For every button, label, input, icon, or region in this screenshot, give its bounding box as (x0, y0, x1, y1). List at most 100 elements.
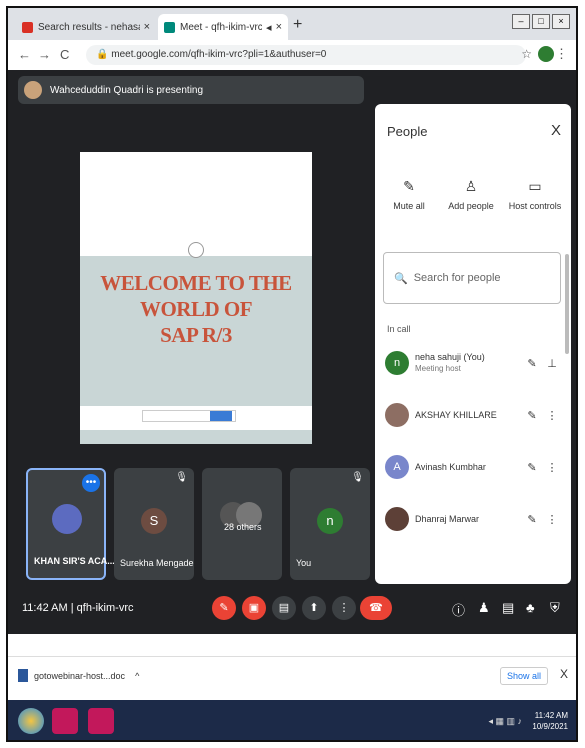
participant-tile-you[interactable]: 🎙 n You (290, 468, 370, 580)
tile-name: Surekha Mengade (120, 558, 194, 568)
browser-menu-icon[interactable]: ⋮ (555, 46, 568, 62)
tile-name: 28 others (224, 522, 262, 532)
system-clock[interactable]: 11:42 AM 10/9/2021 (532, 710, 568, 732)
captions-button[interactable]: ▤ (272, 596, 296, 620)
channel-logo (52, 504, 82, 534)
meet-area: Wahceduddin Quadri is presenting WELCOME… (8, 70, 576, 634)
meeting-time: 11:42 AM (22, 602, 68, 614)
browser-tab-bar: Search results - nehasahuji3888@ × Meet … (8, 8, 576, 40)
profile-avatar[interactable] (538, 46, 554, 62)
meeting-info: 11:42 AM | qfh-ikim-vrc (22, 602, 134, 614)
chat-icon[interactable]: ▤ (502, 600, 514, 616)
presenting-banner: Wahceduddin Quadri is presenting (18, 76, 364, 104)
forward-button[interactable]: → (38, 47, 51, 62)
minimize-button[interactable]: – (512, 14, 530, 29)
info-icon[interactable]: ⓘ (452, 600, 465, 619)
show-all-button[interactable]: Show all (499, 667, 548, 685)
bookmark-star-icon[interactable]: ☆ (521, 47, 532, 61)
address-bar-row: ← → C 🔒 meet.google.com/qfh-ikim-vrc?pli… (8, 40, 576, 71)
windows-taskbar: ◂ ▦ ▥ ♪ 11:42 AM 10/9/2021 (8, 700, 576, 740)
presenting-text: Wahceduddin Quadri is presenting (50, 84, 204, 96)
start-button-icon[interactable] (18, 708, 44, 734)
download-file-name: gotowebinar-host...doc (34, 670, 126, 681)
add-person-icon: ♙ (464, 178, 478, 194)
in-call-label: In call (387, 324, 411, 334)
participant-tile-surekha[interactable]: 🎙 S Surekha Mengade (114, 468, 194, 580)
tab-search-results[interactable]: Search results - nehasahuji3888@ × (16, 14, 156, 40)
close-panel-button[interactable]: X (551, 122, 561, 139)
people-panel: People X ✎ Mute all ♙ Add people ▭ Host … (375, 104, 571, 584)
search-placeholder: Search for people (413, 272, 501, 284)
tile-name: You (296, 558, 312, 568)
mic-off-icon[interactable]: ✎ (521, 409, 543, 422)
mic-off-icon[interactable]: ✎ (521, 513, 543, 526)
camera-toggle-button[interactable]: ▣ (242, 596, 266, 620)
close-shelf-button[interactable]: X (560, 667, 568, 681)
more-options-icon[interactable]: ⋮ (543, 513, 561, 526)
gmail-icon (22, 21, 33, 33)
url-field[interactable]: 🔒 meet.google.com/qfh-ikim-vrc?pli=1&aut… (86, 45, 526, 65)
pin-icon[interactable]: ⊥ (543, 357, 561, 370)
participant-tile-khan[interactable]: ••• KHAN SIR'S ACA... (26, 468, 115, 580)
host-controls-button[interactable]: ▭ Host controls (505, 178, 565, 211)
people-icon[interactable]: ♟ (478, 600, 490, 616)
tab-title: Search results - nehasahuji3888@ (38, 21, 140, 33)
participant-name: neha sahuji (You) Meeting host (415, 352, 485, 373)
tab-meet[interactable]: Meet - qfh-ikim-vrc ◂ × (158, 14, 288, 40)
participant-name: Dhanraj Marwar (415, 513, 480, 524)
mic-toggle-button[interactable]: ✎ (212, 596, 236, 620)
participant-tiles: ••• KHAN SIR'S ACA... 🎙 S Surekha Mengad… (26, 468, 376, 580)
activities-icon[interactable]: ♣ (526, 600, 535, 615)
meet-icon (164, 21, 175, 33)
presenter-avatar (24, 81, 42, 99)
more-options-badge[interactable]: ••• (82, 474, 100, 492)
chevron-up-icon[interactable]: ^ (135, 671, 139, 681)
taskbar-app-icon[interactable] (52, 708, 78, 734)
meeting-controls-bar: 11:42 AM | qfh-ikim-vrc ✎ ▣ ▤ ⬆ ⋮ ☎ ⓘ ♟ … (8, 584, 576, 634)
close-tab-icon[interactable]: × (144, 21, 150, 33)
more-options-icon[interactable]: ⋮ (543, 409, 561, 422)
tile-name: KHAN SIR'S ACA... (34, 556, 115, 566)
people-title: People (387, 124, 428, 139)
system-tray-icons[interactable]: ◂ ▦ ▥ ♪ (488, 716, 522, 727)
leave-call-button[interactable]: ☎ (360, 596, 392, 620)
people-search-input[interactable]: 🔍 Search for people (383, 252, 561, 304)
close-window-button[interactable]: × (552, 14, 570, 29)
maximize-button[interactable]: □ (532, 14, 550, 29)
lock-icon: 🔒 (96, 49, 112, 60)
new-tab-button[interactable]: + (293, 16, 302, 34)
mute-all-button[interactable]: ✎ Mute all (379, 178, 439, 211)
participant-tile-others[interactable]: 28 others (202, 468, 282, 580)
participant-row[interactable]: n neha sahuji (You) Meeting host ✎ ⊥ (385, 346, 561, 380)
mic-off-icon: 🎙 (175, 472, 188, 483)
reload-button[interactable]: C (60, 47, 69, 62)
download-item[interactable]: gotowebinar-host...doc ^ (18, 669, 139, 682)
taskbar-app-icon[interactable] (88, 708, 114, 734)
back-button[interactable]: ← (18, 47, 31, 62)
avatar: n (385, 351, 409, 375)
mic-off-icon[interactable]: ✎ (521, 357, 543, 370)
participant-row[interactable]: Dhanraj Marwar ✎ ⋮ (385, 502, 561, 536)
close-tab-icon[interactable]: × (276, 21, 282, 33)
more-options-button[interactable]: ⋮ (332, 596, 356, 620)
slide-title-line: WORLD OF (139, 297, 253, 321)
avatar: n (317, 508, 343, 534)
avatar: S (141, 508, 167, 534)
meeting-code: qfh-ikim-vrc (76, 602, 134, 614)
mic-off-icon[interactable]: ✎ (521, 461, 543, 474)
participant-row[interactable]: A Avinash Kumbhar ✎ ⋮ (385, 450, 561, 484)
downloads-shelf: gotowebinar-host...doc ^ Show all X (8, 656, 576, 701)
scrollbar[interactable] (565, 254, 569, 354)
more-options-icon[interactable]: ⋮ (543, 461, 561, 474)
add-people-button[interactable]: ♙ Add people (441, 178, 501, 211)
action-label: Mute all (393, 201, 425, 211)
action-label: Add people (448, 201, 494, 211)
url-text: meet.google.com/qfh-ikim-vrc?pli=1&authu… (111, 49, 327, 60)
present-button[interactable]: ⬆ (302, 596, 326, 620)
participant-name: Avinash Kumbhar (415, 461, 486, 472)
avatar: A (385, 455, 409, 479)
host-controls-icon: ▭ (528, 178, 542, 194)
host-shield-icon[interactable]: ⛨ (550, 600, 560, 616)
participant-row[interactable]: AKSHAY KHILLARE ✎ ⋮ (385, 398, 561, 432)
slide-title: WELCOME TO THE WORLD OF SAP R/3 (80, 270, 312, 348)
